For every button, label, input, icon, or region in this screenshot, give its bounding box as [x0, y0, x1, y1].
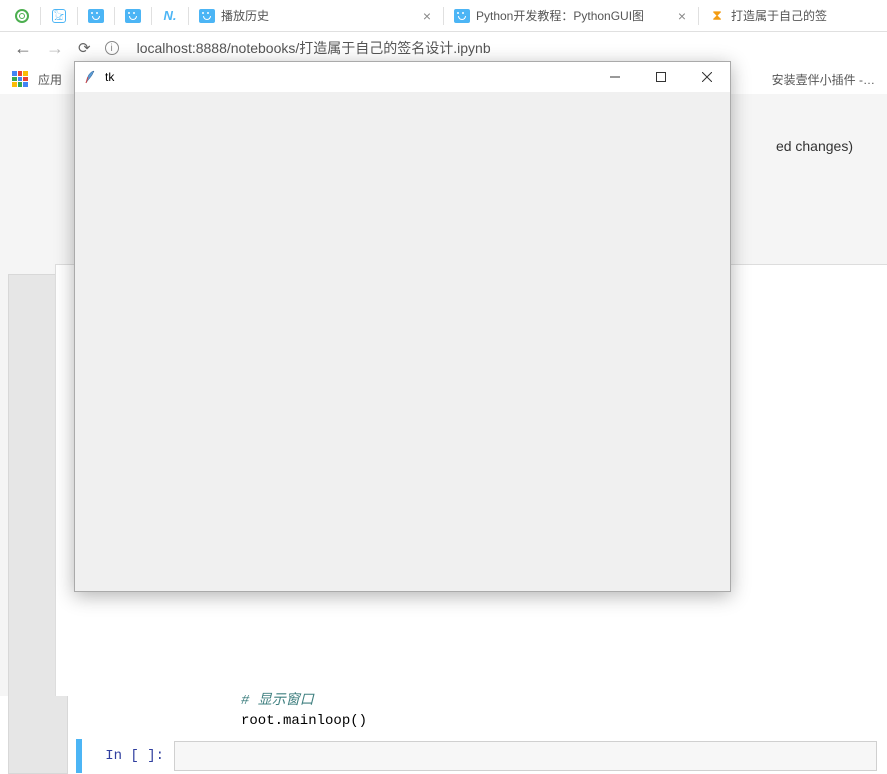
browser-tabs-strip: 𓃠 N. 播放历史 × Python开发教程：PythonGUI图 × ⧗ 打造… [0, 0, 887, 32]
close-button[interactable] [684, 62, 730, 92]
tk-window-body[interactable] [75, 92, 730, 591]
cell-selection-bar [76, 739, 82, 773]
tab-separator [188, 7, 189, 25]
tab-playback-label: 播放历史 [221, 7, 413, 24]
tab-playback[interactable]: 播放历史 × [191, 2, 441, 30]
tab-separator [151, 7, 152, 25]
ext-icon-2[interactable]: 𓃠 [47, 4, 71, 28]
cell-input[interactable] [174, 741, 877, 771]
minimize-button[interactable] [592, 62, 638, 92]
apps-grid-icon[interactable] [12, 71, 28, 87]
ext-icon-3[interactable] [84, 4, 108, 28]
code-fragment: # 显示窗口 root.mainloop() [241, 691, 367, 731]
tab-signature[interactable]: ⧗ 打造属于自己的签 [701, 2, 837, 30]
info-icon[interactable]: i [105, 41, 119, 55]
tab-separator [40, 7, 41, 25]
ext-icon-4[interactable] [121, 4, 145, 28]
tab-close-icon[interactable]: × [678, 8, 686, 24]
tk-feather-icon [83, 69, 99, 85]
url-text[interactable]: localhost:8888/notebooks/打造属于自己的签名设计.ipy… [137, 38, 491, 58]
tab-separator [114, 7, 115, 25]
tk-titlebar[interactable]: tk [75, 62, 730, 92]
bookmark-plugin[interactable]: 安装壹伴小插件 -… [772, 71, 875, 88]
tab-separator [77, 7, 78, 25]
ext-icon-1[interactable] [10, 4, 34, 28]
tab-signature-label: 打造属于自己的签 [731, 7, 827, 24]
cell-prompt: In [ ]: [84, 748, 174, 764]
ext-icon-5[interactable]: N. [158, 4, 182, 28]
tab-separator [443, 7, 444, 25]
tk-window[interactable]: tk [74, 61, 731, 592]
notebook-cell[interactable]: In [ ]: [76, 739, 877, 773]
back-button[interactable]: ← [14, 38, 32, 59]
tab-close-icon[interactable]: × [423, 8, 431, 24]
tab-python-tutorial[interactable]: Python开发教程：PythonGUI图 × [446, 2, 696, 30]
unsaved-changes-text: ed changes) [776, 138, 853, 154]
tab-separator [698, 7, 699, 25]
maximize-button[interactable] [638, 62, 684, 92]
address-bar: ← → ⟳ i localhost:8888/notebooks/打造属于自己的… [0, 32, 887, 64]
apps-label[interactable]: 应用 [38, 71, 62, 88]
reload-button[interactable]: ⟳ [78, 39, 91, 57]
tk-window-title: tk [105, 70, 114, 84]
tab-python-label: Python开发教程：PythonGUI图 [476, 7, 668, 24]
code-line: root.mainloop() [241, 711, 367, 731]
hourglass-icon: ⧗ [709, 8, 725, 24]
code-comment: # 显示窗口 [241, 691, 367, 711]
forward-button[interactable]: → [46, 38, 64, 59]
